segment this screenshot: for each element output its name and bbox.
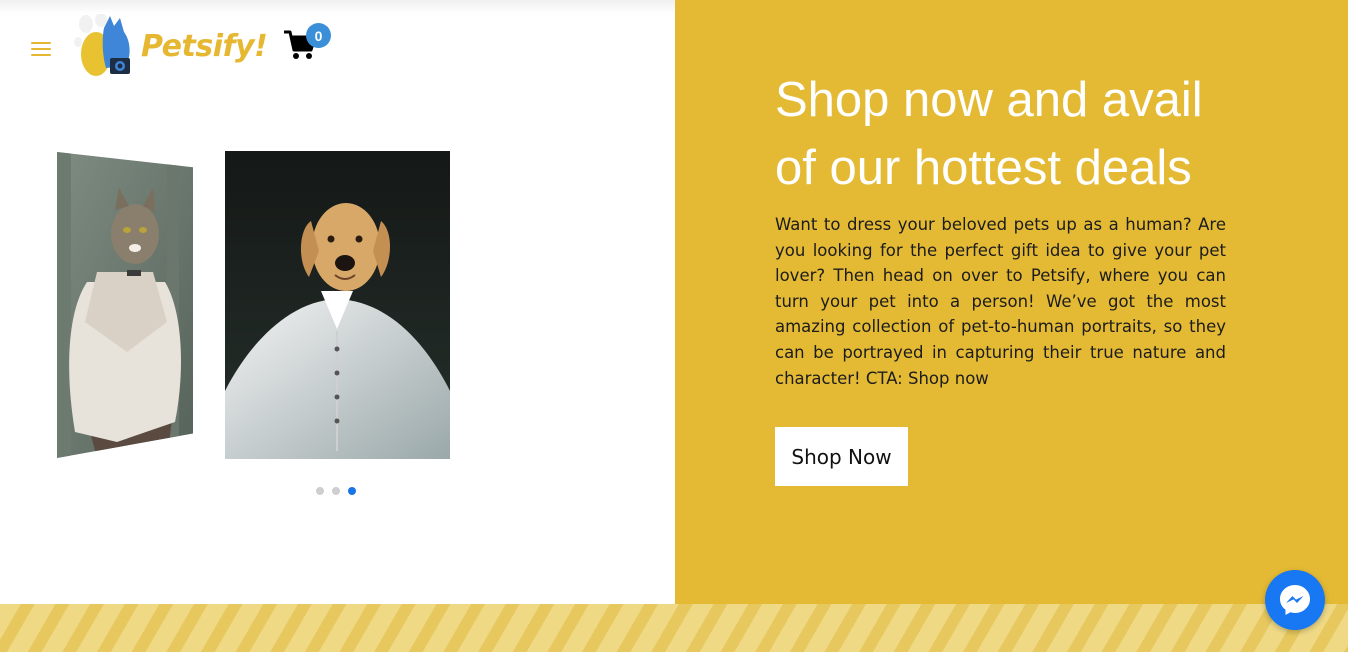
carousel-dot-1[interactable] bbox=[316, 487, 324, 495]
carousel-slide-cat-portrait[interactable] bbox=[57, 152, 193, 458]
menu-icon[interactable] bbox=[31, 42, 51, 58]
logo-text[interactable]: Petsify! bbox=[141, 29, 268, 64]
messenger-icon[interactable] bbox=[1265, 570, 1325, 630]
carousel-dot-2[interactable] bbox=[332, 487, 340, 495]
hero-title: Shop now and avail of our hottest deals bbox=[775, 73, 1203, 195]
hero-section: Shop now and avail of our hottest deals … bbox=[675, 0, 1348, 604]
cat-portrait-image bbox=[57, 152, 193, 458]
carousel-dot-3[interactable] bbox=[348, 487, 356, 495]
shop-now-button[interactable]: Shop Now bbox=[775, 427, 908, 486]
logo-pets-icon bbox=[74, 13, 130, 76]
dog-portrait-image bbox=[225, 151, 450, 459]
hero-description: Want to dress your beloved pets up as a … bbox=[775, 215, 1226, 388]
carousel-dots bbox=[316, 487, 356, 495]
header-shadow bbox=[0, 0, 675, 14]
left-panel: Petsify! 0 bbox=[0, 0, 675, 604]
carousel-slide-dog-portrait[interactable] bbox=[225, 151, 450, 459]
cart-count-badge: 0 bbox=[306, 23, 331, 48]
striped-footer-band bbox=[0, 604, 1348, 652]
